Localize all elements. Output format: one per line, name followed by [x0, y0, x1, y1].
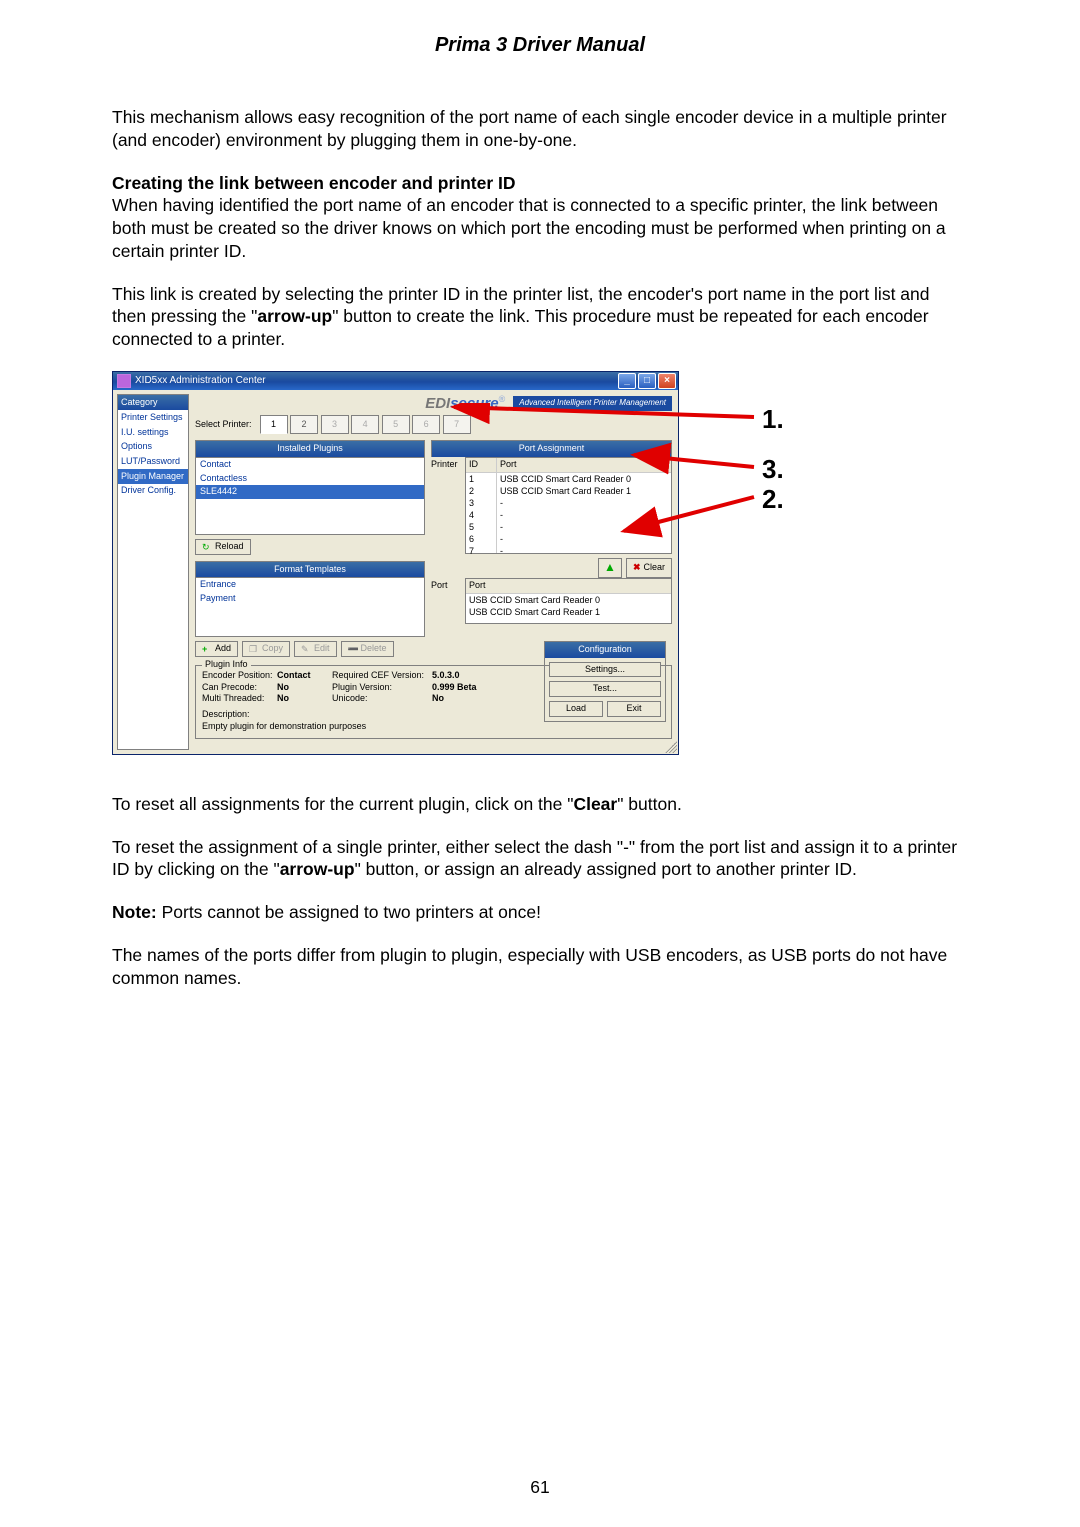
window-titlebar[interactable]: XID5xx Administration Center _ □ ×: [113, 372, 678, 390]
body-paragraph: To reset all assignments for the current…: [112, 793, 968, 816]
info-label: Can Precode:: [202, 682, 277, 694]
info-value: No: [277, 693, 332, 705]
delete-template-button[interactable]: Delete: [341, 641, 394, 657]
plugin-item[interactable]: Contactless: [196, 472, 424, 486]
intro-paragraph: This mechanism allows easy recognition o…: [112, 106, 968, 152]
port-list-item[interactable]: USB CCID Smart Card Reader 0: [466, 594, 671, 606]
clear-button[interactable]: ✖Clear: [626, 558, 672, 578]
printer-tab-2[interactable]: 2: [290, 415, 318, 434]
minimize-button[interactable]: _: [618, 373, 636, 389]
port-list-item[interactable]: USB CCID Smart Card Reader 1: [466, 606, 671, 618]
copy-template-button[interactable]: Copy: [242, 641, 290, 657]
plugin-item-selected[interactable]: SLE4442: [196, 485, 424, 499]
info-label: Unicode:: [332, 693, 432, 705]
template-item[interactable]: Entrance: [196, 578, 424, 592]
installed-plugins-header: Installed Plugins: [195, 440, 425, 457]
sidebar-item-plugin-manager[interactable]: Plugin Manager: [118, 469, 188, 484]
table-row-id[interactable]: 7: [466, 545, 496, 557]
app-icon: [117, 374, 131, 388]
format-templates-list[interactable]: Entrance Payment: [195, 577, 425, 637]
printer-tab-4[interactable]: 4: [351, 415, 379, 434]
configuration-legend: Configuration: [545, 642, 665, 658]
sidebar-item-printer-settings[interactable]: Printer Settings: [118, 410, 188, 425]
body-paragraph: This link is created by selecting the pr…: [112, 283, 968, 351]
resize-grip[interactable]: [665, 741, 677, 753]
port-list-item[interactable]: -: [466, 618, 671, 624]
info-value: Contact: [277, 670, 332, 682]
info-label: Description:: [202, 709, 250, 719]
configuration-group: Configuration Settings... Test... Load E…: [544, 641, 666, 722]
exit-button[interactable]: Exit: [607, 701, 661, 717]
port-label: Port: [431, 578, 461, 624]
clear-x-icon: ✖: [633, 562, 641, 574]
port-list-header: Port: [466, 579, 671, 594]
info-label: Plugin Version:: [332, 682, 432, 694]
sidebar-item-iu-settings[interactable]: I.U. settings: [118, 425, 188, 440]
info-label: Multi Threaded:: [202, 693, 277, 705]
plugin-item[interactable]: Contact: [196, 458, 424, 472]
plugin-info-legend: Plugin Info: [202, 659, 251, 671]
window-title: XID5xx Administration Center: [135, 374, 618, 387]
copy-icon: [249, 644, 259, 654]
select-printer-label: Select Printer:: [195, 419, 252, 431]
annotation-arrows: [444, 403, 774, 543]
printer-tab-1[interactable]: 1: [260, 415, 288, 434]
info-value: Empty plugin for demonstration purposes: [202, 721, 366, 731]
printer-tab-3[interactable]: 3: [321, 415, 349, 434]
add-template-button[interactable]: Add: [195, 641, 238, 657]
edit-template-button[interactable]: Edit: [294, 641, 337, 657]
info-value: 5.0.3.0: [432, 670, 487, 682]
installed-plugins-list[interactable]: Contact Contactless SLE4442: [195, 457, 425, 535]
info-value: No: [432, 693, 487, 705]
close-button[interactable]: ×: [658, 373, 676, 389]
sidebar-header: Category: [118, 395, 188, 411]
body-paragraph: When having identified the port name of …: [112, 194, 968, 262]
test-button[interactable]: Test...: [549, 681, 661, 697]
settings-button[interactable]: Settings...: [549, 662, 661, 678]
printer-tab-6[interactable]: 6: [412, 415, 440, 434]
info-label: Required CEF Version:: [332, 670, 432, 682]
category-sidebar[interactable]: Category Printer Settings I.U. settings …: [117, 394, 189, 750]
body-paragraph: The names of the ports differ from plugi…: [112, 944, 968, 990]
load-button[interactable]: Load: [549, 701, 603, 717]
reload-icon: [202, 542, 212, 552]
printer-tab-5[interactable]: 5: [382, 415, 410, 434]
embedded-screenshot: XID5xx Administration Center _ □ × Categ…: [112, 371, 812, 761]
assign-arrow-up-button[interactable]: ▲: [598, 558, 622, 578]
body-paragraph: To reset the assignment of a single prin…: [112, 836, 968, 882]
edit-icon: [301, 644, 311, 654]
minus-icon: [348, 644, 358, 654]
sidebar-item-lut-password[interactable]: LUT/Password: [118, 455, 188, 470]
sidebar-item-options[interactable]: Options: [118, 440, 188, 455]
info-label: Encoder Position:: [202, 670, 277, 682]
info-value: No: [277, 682, 332, 694]
maximize-button[interactable]: □: [638, 373, 656, 389]
sidebar-item-driver-config[interactable]: Driver Config.: [118, 484, 188, 499]
manual-title: Prima 3 Driver Manual: [112, 32, 968, 58]
info-value: 0.999 Beta: [432, 682, 487, 694]
note-paragraph: Note: Ports cannot be assigned to two pr…: [112, 901, 968, 924]
reload-button[interactable]: Reload: [195, 539, 251, 555]
section-heading: Creating the link between encoder and pr…: [112, 172, 968, 195]
template-item[interactable]: Payment: [196, 592, 424, 606]
port-list[interactable]: Port USB CCID Smart Card Reader 0 USB CC…: [465, 578, 672, 624]
plus-icon: [202, 644, 212, 654]
table-row-port[interactable]: -: [497, 545, 671, 557]
format-templates-header: Format Templates: [195, 561, 425, 578]
page-number: 61: [0, 1476, 1080, 1499]
